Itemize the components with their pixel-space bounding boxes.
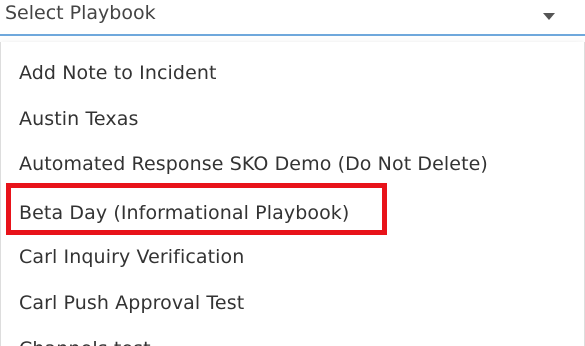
caret-down-icon[interactable] (543, 13, 555, 20)
option-beta-day[interactable]: Beta Day (Informational Playbook) (19, 201, 349, 225)
option-add-note-to-incident[interactable]: Add Note to Incident (19, 61, 217, 85)
option-channels-test[interactable]: Channels test (19, 337, 151, 346)
playbook-select[interactable]: Select Playbook (0, 0, 585, 36)
option-carl-push-approval-test[interactable]: Carl Push Approval Test (19, 291, 244, 315)
option-austin-texas[interactable]: Austin Texas (19, 107, 138, 131)
select-label: Select Playbook (5, 2, 156, 24)
playbook-dropdown-list: Add Note to Incident Austin Texas Automa… (0, 42, 585, 346)
option-automated-response-sko-demo[interactable]: Automated Response SKO Demo (Do Not Dele… (19, 152, 488, 176)
option-carl-inquiry-verification[interactable]: Carl Inquiry Verification (19, 245, 244, 269)
